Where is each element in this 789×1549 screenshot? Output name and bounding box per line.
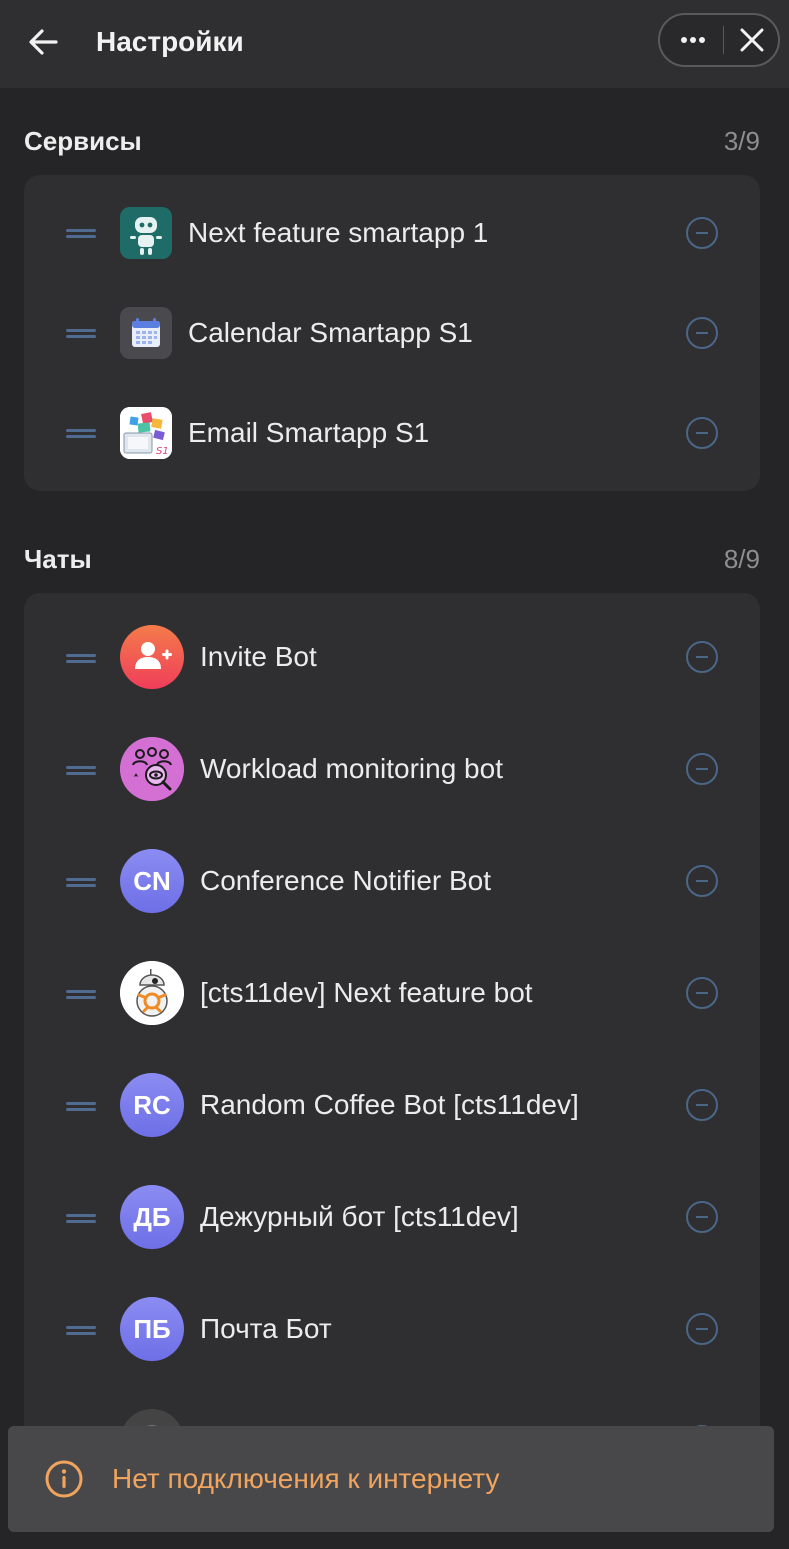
remove-circle-icon[interactable] [686,753,718,785]
drag-handle-icon[interactable] [66,652,96,664]
drag-handle-icon[interactable] [66,876,96,888]
remove-circle-icon[interactable] [686,217,718,249]
more-horizontal-icon [681,37,705,43]
chat-item[interactable]: Invite Bot [24,593,760,705]
chats-section-title: Чаты [24,544,92,574]
robot-icon [120,207,172,259]
avatar-initials: ПБ [120,1297,184,1361]
chat-item[interactable]: ДБ Дежурный бот [cts11dev] [24,1153,760,1265]
remove-circle-icon[interactable] [686,317,718,349]
chat-item-label: Conference Notifier Bot [200,865,492,896]
chats-card: Invite Bot Workload monitoring bot CN Co… [24,593,760,1473]
close-icon [740,28,764,52]
more-button[interactable] [660,15,722,65]
drag-handle-icon[interactable] [66,1100,96,1112]
drag-handle-icon[interactable] [66,988,96,1000]
window-controls [658,13,780,67]
offline-toast: Нет подключения к интернету [8,1426,774,1532]
services-card: Next feature smartapp 1 Calendar Smartap… [24,175,760,491]
team-monitor-icon [120,737,184,801]
email-collage-icon: S1 [120,407,172,459]
services-count: 3/9 [723,126,760,156]
service-item-label: Email Smartapp S1 [188,417,430,448]
chat-item[interactable]: RC Random Coffee Bot [cts11dev] [24,1041,760,1153]
chat-item[interactable]: ПБ Почта Бот [24,1265,760,1377]
avatar-initials: ДБ [120,1185,184,1249]
drag-handle-icon[interactable] [66,227,96,239]
service-item[interactable]: S1 Email Smartapp S1 [24,375,760,491]
avatar-initials: CN [120,849,184,913]
remove-circle-icon[interactable] [686,1201,718,1233]
remove-circle-icon[interactable] [686,1089,718,1121]
drag-handle-icon[interactable] [66,1212,96,1224]
chat-item[interactable]: [cts11dev] Next feature bot [24,929,760,1041]
drag-handle-icon[interactable] [66,427,96,439]
chats-count: 8/9 [723,544,760,574]
service-item-label: Calendar Smartapp S1 [188,317,473,348]
add-user-icon [120,625,184,689]
drag-handle-icon[interactable] [66,1324,96,1336]
chat-item-label: Почта Бот [200,1313,332,1344]
calendar-icon [120,307,172,359]
chat-item-label: Дежурный бот [cts11dev] [200,1201,519,1232]
remove-circle-icon[interactable] [686,641,718,673]
toast-message: Нет подключения к интернету [112,1463,500,1494]
droid-icon [120,961,184,1025]
services-section-title: Сервисы [24,126,142,156]
header: Настройки [0,0,789,88]
arrow-left-icon [29,29,58,55]
drag-handle-icon[interactable] [66,764,96,776]
chat-item-label: Invite Bot [200,641,317,672]
service-item-label: Next feature smartapp 1 [188,217,489,248]
chat-item[interactable]: CN Conference Notifier Bot [24,817,760,929]
service-item[interactable]: Calendar Smartapp S1 [24,275,760,391]
chat-item-label: Random Coffee Bot [cts11dev] [200,1089,579,1120]
chat-item-label: [cts11dev] Next feature bot [200,977,533,1008]
info-icon [44,1459,84,1499]
drag-handle-icon[interactable] [66,327,96,339]
remove-circle-icon[interactable] [686,977,718,1009]
chat-item[interactable]: Workload monitoring bot [24,705,760,817]
remove-circle-icon[interactable] [686,865,718,897]
back-button[interactable] [22,20,66,64]
chat-item-label: Workload monitoring bot [200,753,503,784]
service-item[interactable]: Next feature smartapp 1 [24,175,760,291]
page-title: Настройки [96,26,244,57]
svg-text:S1: S1 [156,446,169,457]
close-button[interactable] [724,15,780,65]
avatar-initials: RC [120,1073,184,1137]
remove-circle-icon[interactable] [686,417,718,449]
remove-circle-icon[interactable] [686,1313,718,1345]
